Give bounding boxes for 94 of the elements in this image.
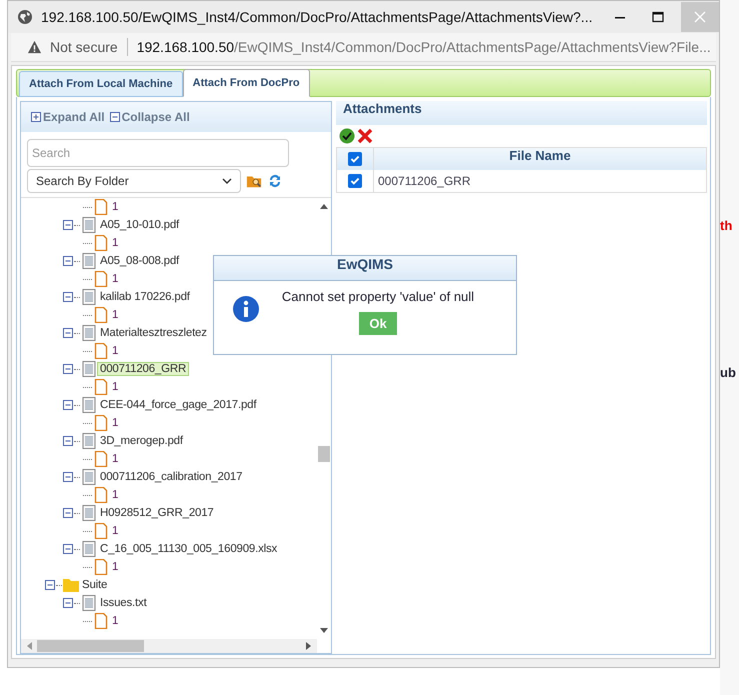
tree-node[interactable]: 1 [109,308,122,322]
page-icon [93,199,109,215]
tree-node[interactable]: A05_10-010.pdf [97,218,182,232]
tree-node[interactable]: A05_08-008.pdf [97,254,182,268]
page-icon [93,307,109,323]
warning-icon [27,40,42,54]
page-icon [93,487,109,503]
document-icon [81,217,97,233]
url-text[interactable]: 192.168.100.50/EwQIMS_Inst4/Common/DocPro/AttachmentsPage/AttachmentsView?File... [136,39,711,55]
document-icon [81,541,97,557]
delete-icon[interactable] [357,128,373,144]
scroll-up-icon[interactable] [320,203,328,209]
security-label: Not secure [50,39,118,55]
page-icon [93,451,109,467]
collapse-toggle-icon[interactable] [63,328,73,338]
collapse-toggle-icon[interactable] [63,400,73,410]
background-text: ub [720,365,737,380]
collapse-toggle-icon[interactable] [63,472,73,482]
tree-node[interactable]: 1 [109,452,122,466]
collapse-all-link[interactable]: Collapse All [122,110,190,124]
info-icon [232,295,260,323]
document-icon [81,361,97,377]
tree-node[interactable]: kalilab 170226.pdf [97,290,193,304]
collapse-toggle-icon[interactable] [45,580,55,590]
tab[interactable]: Attach From DocPro [182,69,310,97]
collapse-toggle-icon[interactable] [63,364,73,374]
collapse-toggle-icon[interactable] [63,436,73,446]
table-cell-text: 000711206_GRR [377,173,472,190]
expand-icon[interactable] [31,112,41,122]
tree-node[interactable]: 000711206_calibration_2017 [97,470,246,484]
panel-title: Attachments [336,101,707,125]
select-all-checkbox[interactable] [348,152,362,166]
tree-node[interactable]: 000711206_GRR [97,362,190,376]
tree-node[interactable]: CEE-044_force_gage_2017.pdf [97,398,260,412]
tree-node[interactable]: 1 [109,560,122,574]
tree-node[interactable]: 1 [109,236,122,250]
tree-node[interactable]: 1 [109,524,122,538]
tree-node[interactable]: 1 [109,272,122,286]
collapse-toggle-icon[interactable] [63,508,73,518]
document-icon [81,469,97,485]
scroll-right-icon[interactable] [306,642,312,650]
document-icon [81,397,97,413]
page-icon [93,343,109,359]
tree-node[interactable]: 1 [109,200,122,214]
tab[interactable]: Attach From Local Machine [19,71,183,97]
document-icon [81,595,97,611]
close-icon [694,11,706,23]
page-icon [93,379,109,395]
scrollbar-thumb[interactable] [318,446,330,462]
page-icon [93,235,109,251]
collapse-toggle-icon[interactable] [63,220,73,230]
globe-icon [17,9,33,25]
tree-node[interactable]: Issues.txt [97,596,150,610]
maximize-icon[interactable] [652,11,664,23]
document-icon [81,325,97,341]
collapse-toggle-icon[interactable] [63,256,73,266]
dialog-message: Cannot set property 'value' of null [282,289,474,304]
document-icon [81,505,97,521]
folder-icon [63,577,79,593]
search-mode-dropdown[interactable]: Search By Folder [27,169,241,193]
tree-node[interactable]: 1 [109,380,122,394]
tree-node[interactable]: C_16_005_11130_005_160909.xlsx [97,542,280,556]
page-icon [93,613,109,629]
collapse-toggle-icon[interactable] [63,544,73,554]
page-icon [93,415,109,431]
tree-node[interactable]: 1 [109,416,122,430]
search-field[interactable]: Search [27,139,289,167]
refresh-icon[interactable] [267,173,283,189]
background-text: th [720,218,734,233]
column-header: File Name [508,148,572,165]
document-icon [81,253,97,269]
tree-node[interactable]: 3D_merogep.pdf [97,434,186,448]
scroll-down-icon[interactable] [320,628,328,634]
page-icon [93,271,109,287]
row-checkbox[interactable] [348,174,362,188]
tree-node[interactable]: 1 [109,344,122,358]
dialog-title: EwQIMS [214,256,516,281]
collapse-toggle-icon[interactable] [63,292,73,302]
tree-node[interactable]: Materialtesztreszletez [97,326,210,340]
tree-node[interactable]: Suite [79,578,110,592]
collapse-icon[interactable] [110,112,120,122]
tree-node[interactable]: 1 [109,488,122,502]
document-icon [81,289,97,305]
page-icon [93,559,109,575]
collapse-toggle-icon[interactable] [63,598,73,608]
tree-node[interactable]: H0928512_GRR_2017 [97,506,217,520]
tree-node[interactable]: 1 [109,614,122,628]
chevron-icon [222,178,232,184]
scrollbar-thumb[interactable] [37,640,144,652]
window-title: 192.168.100.50/EwQIMS_Inst4/Common/DocPro/AttachmentsPage/AttachmentsView?... [41,9,594,25]
check-icon[interactable] [339,128,355,144]
expand-all-link[interactable]: Expand All [43,110,105,124]
page-icon [93,523,109,539]
document-icon [81,433,97,449]
